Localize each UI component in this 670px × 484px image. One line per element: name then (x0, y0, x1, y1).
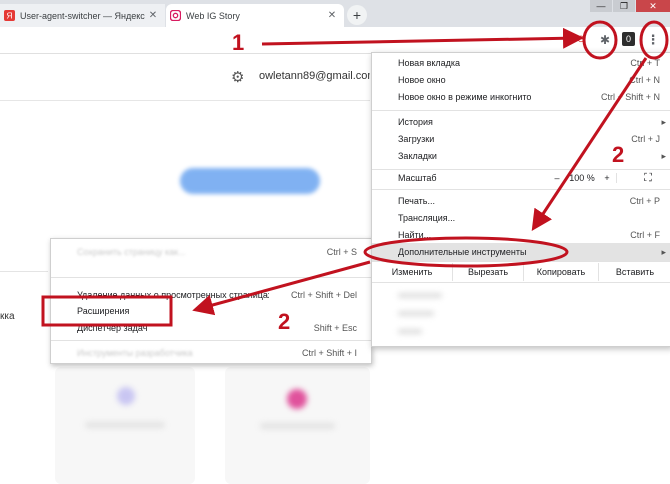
menu-blurred-item[interactable] (398, 329, 422, 334)
menu-edit-row: Изменить Вырезать Копировать Вставить (372, 263, 670, 281)
svg-text:Я: Я (7, 12, 13, 21)
step-number-1: 1 (232, 30, 245, 55)
menu-item-find[interactable]: Найти... Ctrl + F (398, 227, 660, 243)
zoom-in-button[interactable]: + (598, 173, 617, 183)
yandex-favicon-icon: Я (4, 10, 15, 21)
paste-button[interactable]: Вставить (599, 263, 670, 281)
content-card[interactable] (225, 367, 370, 484)
extension-red-icon[interactable]: ⊖ (573, 32, 589, 48)
menu-item-more-tools[interactable]: Дополнительные инструменты ▸ (398, 244, 666, 260)
submenu-shortcut-save-page: Ctrl + S (326, 247, 357, 257)
menu-item-new-window[interactable]: Новое окно Ctrl + N (398, 72, 660, 88)
sidebar-text-fragment: кка (0, 311, 15, 322)
card-image (287, 389, 307, 409)
chevron-right-icon: ▸ (661, 247, 666, 257)
tab-user-agent-switcher[interactable]: Я User-agent-switcher — Яндекс ✕ (0, 4, 165, 27)
copy-button[interactable]: Копировать (524, 263, 599, 281)
menu-item-incognito[interactable]: Новое окно в режиме инкогнито Ctrl + Shi… (398, 89, 660, 105)
more-tools-submenu: Сохранить страницу как... Ctrl + S Удале… (50, 238, 372, 364)
tab-title: User-agent-switcher — Яндекс (20, 10, 145, 21)
card-text-line (260, 423, 335, 429)
gear-icon[interactable]: ⚙ (231, 68, 244, 86)
tab-close-icon[interactable]: ✕ (147, 10, 159, 21)
minimize-button[interactable]: — (590, 0, 612, 12)
zoom-value: 100 % (569, 173, 595, 183)
fullscreen-icon[interactable]: ⛶ (641, 170, 655, 186)
window-controls: — ❐ ✕ (589, 0, 670, 14)
menu-item-history[interactable]: История ▸ (398, 114, 666, 130)
submenu-separator (51, 340, 371, 341)
tab-web-ig-story[interactable]: Web IG Story ✕ (166, 4, 344, 27)
menu-blurred-item[interactable] (398, 293, 442, 298)
submenu-item-task-manager[interactable]: Диспетчер задач Shift + Esc (77, 320, 357, 336)
tab-close-icon[interactable]: ✕ (326, 10, 338, 21)
chrome-main-menu: Новая вкладка Ctrl + T Новое окно Ctrl +… (371, 52, 670, 347)
instagram-favicon-icon (170, 10, 181, 21)
step-number-2: 2 (612, 142, 625, 167)
divider (0, 271, 48, 272)
submenu-item-extensions[interactable]: Расширения (77, 303, 357, 319)
content-card[interactable] (55, 367, 195, 484)
cut-button[interactable]: Вырезать (453, 263, 524, 281)
zoom-out-button[interactable]: – (548, 173, 566, 183)
blurred-primary-button[interactable] (180, 168, 320, 194)
submenu-shortcut-devtools: Ctrl + Shift + I (301, 348, 357, 358)
chrome-menu-icon[interactable]: ⋮ (645, 32, 661, 48)
new-tab-button[interactable]: + (347, 5, 367, 25)
menu-edit-label: Изменить (372, 263, 453, 281)
tab-title: Web IG Story (186, 10, 240, 21)
submenu-separator (51, 277, 371, 278)
submenu-item-clear-data[interactable]: Удаление данных о просмотренных страница… (77, 287, 357, 303)
chevron-right-icon: ▸ (661, 151, 666, 161)
chevron-right-icon: ▸ (661, 117, 666, 127)
card-text-line (85, 422, 165, 428)
menu-separator (372, 261, 670, 262)
account-email[interactable]: owletann89@gmail.com (259, 70, 370, 82)
browser-toolbar: ⊖ ✱ 0 ⋮ (0, 27, 670, 54)
extensions-puzzle-icon[interactable]: ✱ (597, 32, 613, 48)
tab-strip: Я User-agent-switcher — Яндекс ✕ Web IG … (0, 0, 670, 27)
card-image (117, 387, 135, 405)
zoom-controls: – 100 % + (548, 170, 617, 186)
menu-separator (372, 282, 670, 283)
menu-separator (372, 189, 670, 190)
menu-item-bookmarks[interactable]: Закладки ▸ (398, 148, 666, 164)
close-window-button[interactable]: ✕ (636, 0, 670, 12)
extension-badge-icon[interactable]: 0 (622, 32, 635, 46)
menu-item-new-tab[interactable]: Новая вкладка Ctrl + T (398, 55, 660, 71)
maximize-button[interactable]: ❐ (613, 0, 635, 12)
menu-separator (372, 110, 670, 111)
menu-blurred-item[interactable] (398, 311, 434, 316)
menu-item-print[interactable]: Печать... Ctrl + P (398, 193, 660, 209)
menu-zoom-label: Масштаб (398, 173, 437, 183)
menu-item-cast[interactable]: Трансляция... (398, 210, 660, 226)
step-number-2: 2 (278, 309, 291, 334)
